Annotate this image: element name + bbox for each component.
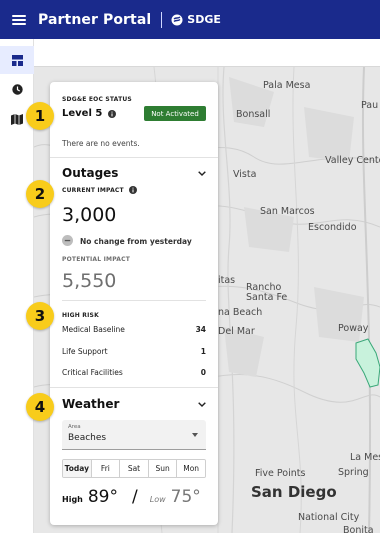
map-label-del-mar: Del Mar bbox=[218, 326, 255, 337]
callout-4: 4 bbox=[26, 393, 54, 421]
risk-row-critical-facilities: Critical Facilities 0 bbox=[62, 368, 206, 377]
nav-dashboard[interactable] bbox=[0, 46, 34, 74]
callout-2: 2 bbox=[26, 180, 54, 208]
risk-name: Medical Baseline bbox=[62, 325, 125, 334]
map-label-bonita: Bonita bbox=[343, 525, 374, 533]
divider bbox=[50, 157, 218, 158]
brand-logo: SDGE bbox=[171, 13, 221, 26]
temp-separator: / bbox=[132, 487, 138, 507]
risk-value: 0 bbox=[200, 368, 206, 377]
day-tab-today[interactable]: Today bbox=[63, 460, 92, 477]
map-label-san-diego: San Diego bbox=[251, 483, 337, 501]
chevron-down-icon[interactable] bbox=[198, 171, 206, 176]
potential-impact-label: POTENTIAL IMPACT bbox=[62, 256, 130, 263]
map-label-spring-valley: Spring bbox=[338, 467, 369, 478]
day-tab-fri[interactable]: Fri bbox=[91, 460, 121, 477]
map-label-bonsall: Bonsall bbox=[236, 109, 271, 120]
app-header: Partner Portal SDGE bbox=[0, 0, 380, 39]
map-label-valley-center: Valley Cente bbox=[325, 155, 380, 166]
high-value: 89° bbox=[87, 487, 118, 507]
risk-name: Critical Facilities bbox=[62, 368, 123, 377]
day-selector: Today Fri Sat Sun Mon bbox=[62, 459, 206, 478]
map-label-poway: Poway bbox=[338, 323, 369, 334]
map-label-encinitas: itas bbox=[218, 275, 236, 286]
map-label-san-marcos: San Marcos bbox=[260, 206, 315, 217]
secondary-toolbar bbox=[0, 39, 380, 67]
risk-value: 1 bbox=[200, 347, 206, 356]
map-label-pauma: Pau bbox=[361, 100, 379, 111]
status-badge: Not Activated bbox=[144, 106, 206, 121]
high-label: High bbox=[62, 495, 83, 504]
day-tab-mon[interactable]: Mon bbox=[177, 460, 205, 477]
change-text: No change from yesterday bbox=[80, 237, 192, 246]
map-label-national-city: National City bbox=[298, 512, 360, 523]
divider bbox=[50, 387, 218, 388]
weather-title: Weather bbox=[62, 397, 120, 411]
current-impact-label: CURRENT IMPACT bbox=[62, 187, 124, 194]
day-tab-sat[interactable]: Sat bbox=[120, 460, 149, 477]
clock-icon bbox=[11, 83, 23, 95]
hamburger-menu-icon[interactable] bbox=[12, 14, 26, 25]
nav-history[interactable] bbox=[0, 75, 34, 103]
app-title: Partner Portal bbox=[38, 11, 152, 28]
caret-down-icon bbox=[192, 433, 198, 437]
map-label-pala-mesa: Pala Mesa bbox=[263, 80, 311, 91]
events-text: There are no events. bbox=[62, 139, 140, 148]
chevron-down-icon[interactable] bbox=[198, 402, 206, 407]
sdge-logo-icon bbox=[171, 14, 183, 25]
high-risk-label: HIGH RISK bbox=[62, 312, 99, 319]
map-label-five-points: Five Points bbox=[255, 468, 306, 479]
dashboard-icon bbox=[11, 54, 23, 66]
brand-name: SDGE bbox=[187, 13, 221, 26]
callout-1: 1 bbox=[26, 102, 54, 130]
risk-value: 34 bbox=[195, 325, 206, 334]
area-value: Beaches bbox=[68, 433, 107, 443]
risk-row-life-support: Life Support 1 bbox=[62, 347, 206, 356]
no-change-icon bbox=[62, 235, 73, 246]
map-label-la-mesa: La Mesa bbox=[350, 452, 380, 463]
status-panel: SDG&E EOC STATUS Level 5 Not Activated T… bbox=[50, 82, 218, 525]
eoc-status-label: SDG&E EOC STATUS bbox=[62, 96, 132, 103]
map-label-vista: Vista bbox=[233, 169, 257, 180]
temperature-readout: High 89° / Low 75° bbox=[62, 487, 212, 509]
map-label-rancho-santa-fe: Rancho Santa Fe bbox=[246, 282, 288, 303]
risk-name: Life Support bbox=[62, 347, 108, 356]
low-label: Low bbox=[149, 495, 166, 504]
potential-impact-value: 5,550 bbox=[62, 270, 117, 292]
map-label-escondido: Escondido bbox=[308, 222, 357, 233]
callout-3: 3 bbox=[26, 302, 54, 330]
map-icon bbox=[11, 113, 23, 125]
divider bbox=[62, 300, 206, 301]
info-icon[interactable] bbox=[129, 186, 137, 194]
risk-row-medical-baseline: Medical Baseline 34 bbox=[62, 325, 206, 334]
day-tab-sun[interactable]: Sun bbox=[148, 460, 178, 477]
outages-title: Outages bbox=[62, 166, 119, 180]
area-caption: Area bbox=[68, 424, 81, 430]
map-label-solana-beach: na Beach bbox=[218, 307, 263, 318]
low-value: 75° bbox=[170, 487, 201, 507]
header-divider bbox=[161, 11, 163, 28]
eoc-level: Level 5 bbox=[62, 108, 103, 119]
current-impact-value: 3,000 bbox=[62, 204, 117, 226]
area-select[interactable]: Area Beaches bbox=[62, 420, 206, 450]
info-icon[interactable] bbox=[108, 110, 116, 118]
